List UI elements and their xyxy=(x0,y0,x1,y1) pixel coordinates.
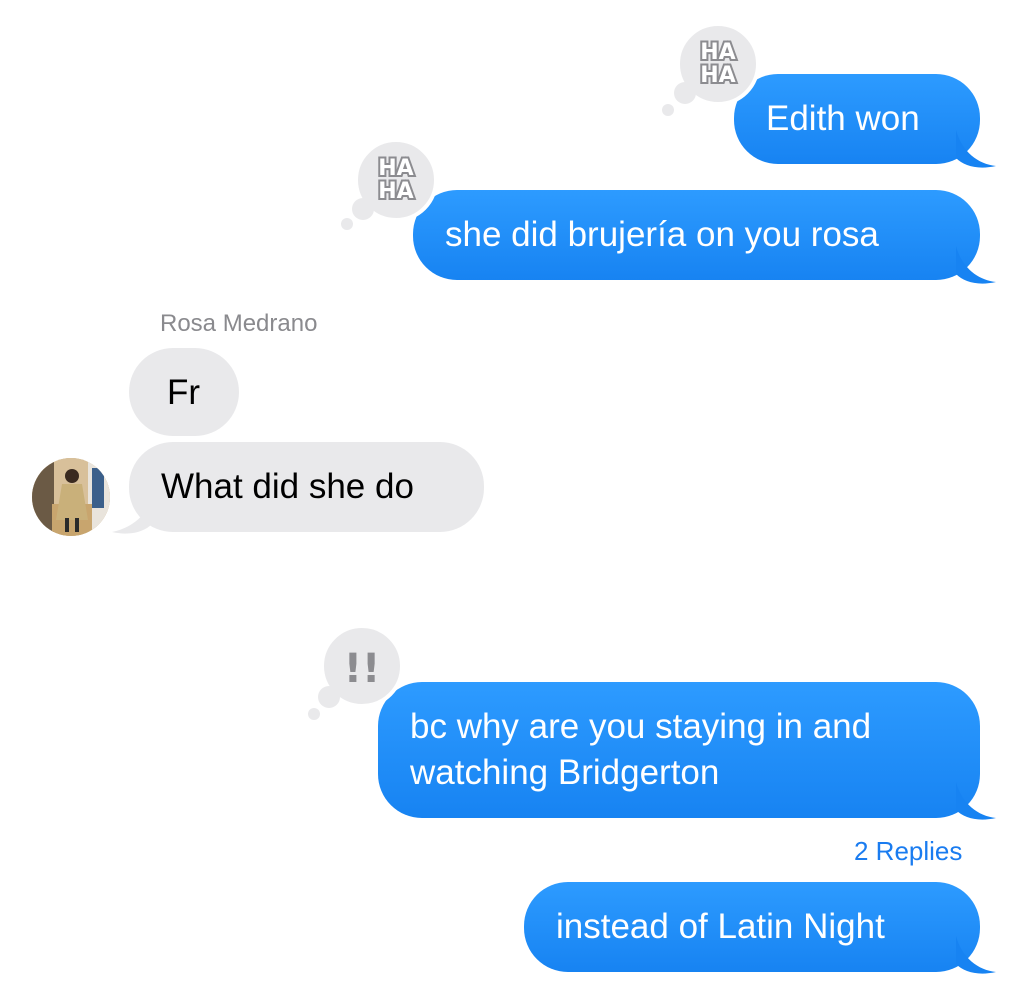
message-text: instead of Latin Night xyxy=(556,907,885,946)
message-bubble-outgoing[interactable]: bc why are you staying in and watching B… xyxy=(378,682,980,818)
tapback-tail-dot-small xyxy=(662,104,674,116)
bubble-tail xyxy=(112,496,152,534)
message-bubble-incoming[interactable]: Fr xyxy=(129,348,239,436)
message-text: Edith won xyxy=(766,99,920,138)
haha-text-2: HA xyxy=(700,63,735,88)
message-bubble-outgoing[interactable]: she did brujería on you rosa xyxy=(413,190,980,280)
message-bubble-outgoing[interactable]: instead of Latin Night xyxy=(524,882,980,972)
haha-text-1: HA xyxy=(700,40,735,65)
bubble-tail xyxy=(956,246,996,284)
tapback-tail-dot-small xyxy=(308,708,320,720)
exclamation-text: !! xyxy=(344,646,380,692)
message-text: What did she do xyxy=(161,467,414,506)
sender-name: Rosa Medrano xyxy=(160,310,318,337)
message-bubble-outgoing[interactable]: Edith won xyxy=(734,74,980,164)
contact-avatar[interactable] xyxy=(32,458,110,536)
message-text-line: watching Bridgerton xyxy=(410,753,720,792)
haha-text-1: HA xyxy=(378,156,413,181)
message-text: Fr xyxy=(167,373,201,412)
tapback-tail-dot xyxy=(674,82,696,104)
replies-link[interactable]: 2 Replies xyxy=(854,836,962,867)
bubble-tail xyxy=(956,130,996,168)
message-text: she did brujería on you rosa xyxy=(445,215,879,254)
message-text-line: bc why are you staying in and xyxy=(410,707,872,746)
bubble-tail xyxy=(956,782,996,820)
message-bubble-incoming[interactable]: What did she do xyxy=(129,442,484,532)
bubble-tail xyxy=(956,936,996,974)
tapback-tail-dot-small xyxy=(341,218,353,230)
avatar-photo xyxy=(32,458,110,536)
haha-text-2: HA xyxy=(378,179,413,204)
tapback-tail-dot xyxy=(318,686,340,708)
tapback-tail-dot xyxy=(352,198,374,220)
